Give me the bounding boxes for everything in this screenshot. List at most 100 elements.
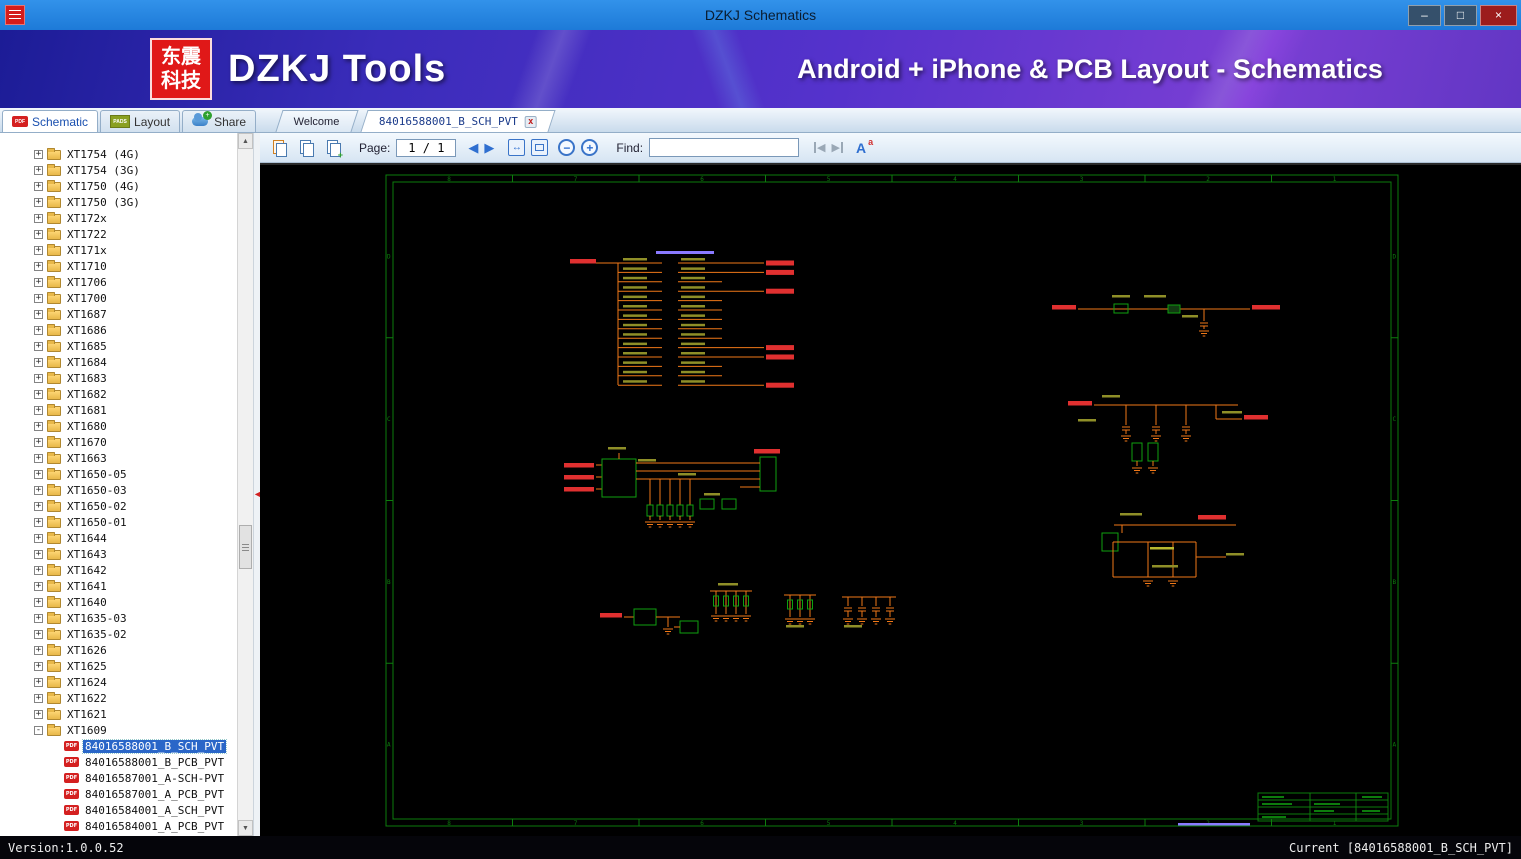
close-button[interactable]: × — [1480, 4, 1517, 26]
tree-expander-icon[interactable]: + — [34, 325, 43, 335]
tree-folder-item[interactable]: + XT1687 — [0, 306, 237, 322]
tree-expander-icon[interactable]: + — [34, 453, 43, 463]
tree-expander-icon[interactable]: + — [34, 677, 43, 687]
tree-expander-icon[interactable]: + — [34, 341, 43, 351]
tree-folder-item[interactable]: + XT1683 — [0, 370, 237, 386]
tree-folder-item[interactable]: + XT1625 — [0, 658, 237, 674]
tree-folder-item[interactable]: + XT1635-02 — [0, 626, 237, 642]
tree-folder-item[interactable]: + XT1684 — [0, 354, 237, 370]
tree-pdf-item[interactable]: PDF 84016588001_B_PCB_PVT — [0, 754, 237, 770]
tree-expander-icon[interactable]: - — [34, 725, 43, 735]
tree-folder-item[interactable]: + XT1650-03 — [0, 482, 237, 498]
tab-welcome[interactable]: Welcome — [275, 110, 359, 132]
fit-width-icon[interactable]: ↔ — [508, 139, 526, 156]
tree-expander-icon[interactable]: + — [34, 421, 43, 431]
tree-folder-item[interactable]: + XT1754 (3G) — [0, 162, 237, 178]
tree-expander-icon[interactable]: + — [34, 277, 43, 287]
tree-expander-icon[interactable]: + — [34, 661, 43, 671]
tab-share[interactable]: Share — [182, 110, 257, 132]
tree-expander-icon[interactable]: + — [34, 405, 43, 415]
tree-expander-icon[interactable]: + — [34, 389, 43, 399]
page-number-input[interactable] — [396, 138, 457, 157]
tree-folder-item[interactable]: + XT172x — [0, 210, 237, 226]
pdf-viewer[interactable]: DDCCBBAA8877665544332211 — [260, 163, 1521, 836]
duplicate-page-icon[interactable] — [297, 138, 318, 158]
tree-folder-item[interactable]: + XT1754 (4G) — [0, 146, 237, 162]
find-next-button[interactable]: ▶ — [832, 141, 844, 154]
tree-folder-item[interactable]: + XT1670 — [0, 434, 237, 450]
tree-pdf-item[interactable]: PDF 84016588001_B_SCH_PVT — [0, 738, 237, 754]
tree-folder-item[interactable]: + XT1650-01 — [0, 514, 237, 530]
tree-folder-item[interactable]: + XT1650-05 — [0, 466, 237, 482]
tab-document[interactable]: 84016588001_B_SCH_PVT x — [360, 110, 556, 132]
tree-folder-item[interactable]: + XT1710 — [0, 258, 237, 274]
tree-folder-item[interactable]: + XT1621 — [0, 706, 237, 722]
schematic-page[interactable]: DDCCBBAA8877665544332211 — [378, 167, 1406, 834]
tree-expander-icon[interactable]: + — [34, 165, 43, 175]
fit-page-icon[interactable] — [531, 139, 549, 156]
tree-expander-icon[interactable]: + — [34, 149, 43, 159]
tree-expander-icon[interactable]: + — [34, 229, 43, 239]
tree-folder-item[interactable]: + XT1682 — [0, 386, 237, 402]
tab-schematic[interactable]: PDF Schematic — [2, 110, 99, 132]
tree-folder-item[interactable]: + XT1641 — [0, 578, 237, 594]
tree-expander-icon[interactable]: + — [34, 549, 43, 559]
tree-folder-item[interactable]: + XT171x — [0, 242, 237, 258]
tree-expander-icon[interactable]: + — [34, 629, 43, 639]
tree-expander-icon[interactable]: + — [34, 373, 43, 383]
tree-folder-item[interactable]: - XT1609 — [0, 722, 237, 738]
tree-folder-item[interactable]: + XT1722 — [0, 226, 237, 242]
tree-expander-icon[interactable]: + — [34, 181, 43, 191]
minimize-button[interactable]: – — [1408, 4, 1441, 26]
tree-folder-item[interactable]: + XT1700 — [0, 290, 237, 306]
tree-expander-icon[interactable]: + — [34, 197, 43, 207]
tree-folder-item[interactable]: + XT1663 — [0, 450, 237, 466]
tree-expander-icon[interactable]: + — [34, 213, 43, 223]
tree-expander-icon[interactable]: + — [34, 437, 43, 447]
page-copy-icon[interactable] — [270, 138, 291, 158]
tree-expander-icon[interactable]: + — [34, 469, 43, 479]
tree-expander-icon[interactable]: + — [34, 693, 43, 703]
tree-pdf-item[interactable]: PDF 84016587001_A-SCH-PVT — [0, 770, 237, 786]
tree-folder-item[interactable]: + XT1626 — [0, 642, 237, 658]
zoom-in-button[interactable]: + — [581, 139, 599, 156]
tree-expander-icon[interactable]: + — [34, 613, 43, 623]
prev-page-button[interactable]: ◀ — [468, 138, 478, 158]
tree-expander-icon[interactable]: + — [34, 309, 43, 319]
tree-folder-item[interactable]: + XT1750 (3G) — [0, 194, 237, 210]
tree-expander-icon[interactable]: + — [34, 597, 43, 607]
tree-folder-item[interactable]: + XT1643 — [0, 546, 237, 562]
tree-folder-item[interactable]: + XT1642 — [0, 562, 237, 578]
tree-expander-icon[interactable]: + — [34, 533, 43, 543]
tree-folder-item[interactable]: + XT1686 — [0, 322, 237, 338]
tree-folder-item[interactable]: + XT1680 — [0, 418, 237, 434]
tree-expander-icon[interactable]: + — [34, 485, 43, 495]
tree-folder-item[interactable]: + XT1635-03 — [0, 610, 237, 626]
tree-folder-item[interactable]: + XT1685 — [0, 338, 237, 354]
zoom-out-button[interactable]: − — [558, 139, 576, 156]
font-size-icon[interactable]: Aa — [856, 137, 873, 156]
tree-folder-item[interactable]: + XT1681 — [0, 402, 237, 418]
next-page-button[interactable]: ▶ — [484, 138, 494, 158]
tree-pdf-item[interactable]: PDF 84016584001_A_PCB_PVT — [0, 818, 237, 834]
tree-folder-item[interactable]: + XT1706 — [0, 274, 237, 290]
scroll-up-button[interactable]: ▲ — [238, 133, 253, 149]
close-tab-icon[interactable]: x — [524, 115, 537, 128]
tree-folder-item[interactable]: + XT1640 — [0, 594, 237, 610]
tab-layout[interactable]: PADS Layout — [100, 110, 181, 132]
tree-scrollbar[interactable]: ▲ ▼ — [237, 133, 253, 836]
tree-expander-icon[interactable]: + — [34, 709, 43, 719]
maximize-button[interactable]: □ — [1444, 4, 1477, 26]
tree-expander-icon[interactable]: + — [34, 517, 43, 527]
panel-splitter[interactable]: ◄ — [253, 133, 262, 836]
tree-expander-icon[interactable]: + — [34, 501, 43, 511]
tree-expander-icon[interactable]: + — [34, 581, 43, 591]
tree-pdf-item[interactable]: PDF 84016584001_A_SCH_PVT — [0, 802, 237, 818]
tree-pdf-item[interactable]: PDF 84016587001_A_PCB_PVT — [0, 786, 237, 802]
tree-folder-item[interactable]: + XT1624 — [0, 674, 237, 690]
find-prev-button[interactable]: ◀ — [813, 141, 826, 154]
tree-folder-item[interactable]: + XT1622 — [0, 690, 237, 706]
tree-expander-icon[interactable]: + — [34, 357, 43, 367]
tree-folder-item[interactable]: + XT1750 (4G) — [0, 178, 237, 194]
tree-expander-icon[interactable]: + — [34, 245, 43, 255]
